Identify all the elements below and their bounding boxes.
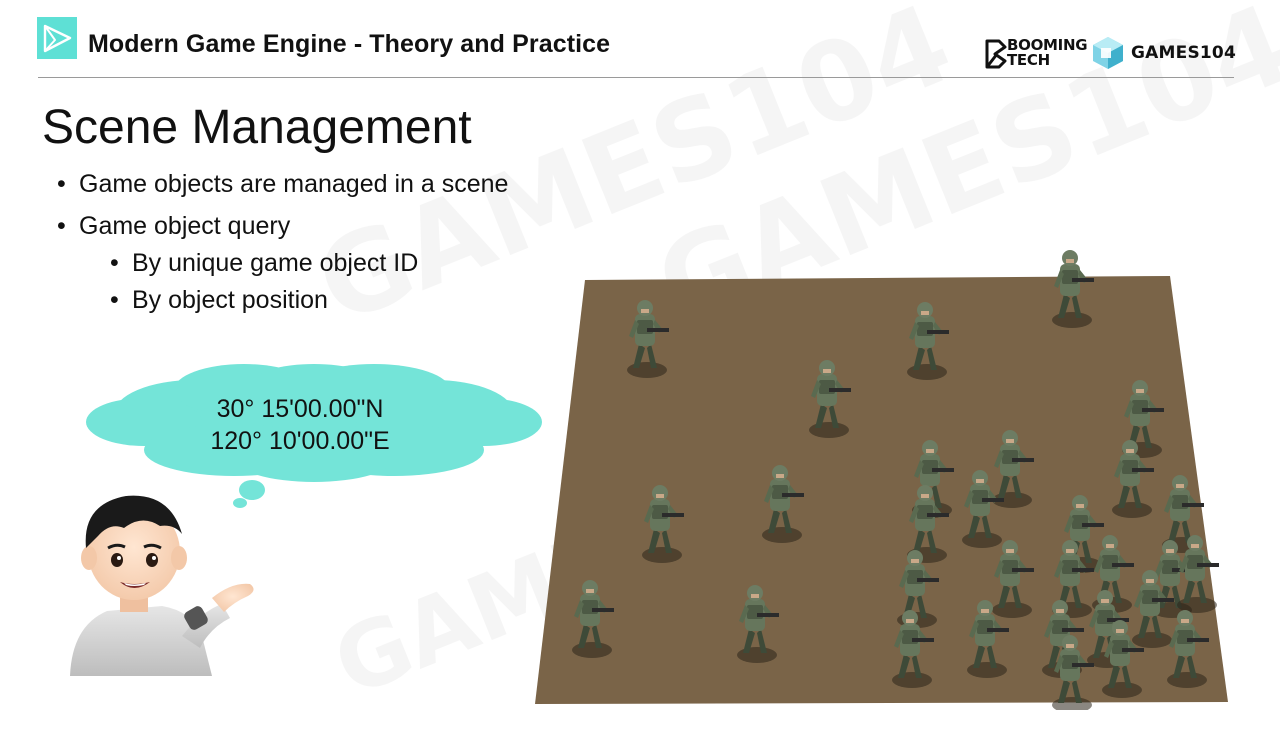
longitude-text: 120° 10'00.00"E xyxy=(210,427,390,455)
sub-bullet-item: • By object position xyxy=(110,286,328,314)
gps-coordinates: 30° 15'00.00"N 120° 10'00.00"E xyxy=(150,393,450,457)
scene-view xyxy=(535,250,1228,710)
games104-wordmark: GAMES104 xyxy=(1131,43,1236,63)
bullet-text: Game object query xyxy=(79,212,291,240)
bullet-text: Game objects are managed in a scene xyxy=(79,170,509,198)
slide-title: Scene Management xyxy=(42,101,472,154)
sub-bullet-text: By unique game object ID xyxy=(132,249,419,277)
play-triangle-icon xyxy=(37,17,77,59)
avatar xyxy=(70,495,254,676)
sub-bullet-item: • By unique game object ID xyxy=(110,249,419,277)
bullet-item: • Game object query xyxy=(57,212,291,240)
header-divider xyxy=(38,77,1234,78)
games104-cube-logo xyxy=(1093,37,1123,69)
sub-bullet-text: By object position xyxy=(132,286,328,314)
bullet-item: • Game objects are managed in a scene xyxy=(57,170,509,198)
tech-text: TECH xyxy=(1007,51,1050,69)
booming-tech-wordmark: BOOMING TECH xyxy=(1007,38,1088,69)
course-title: Modern Game Engine - Theory and Practice xyxy=(88,30,611,58)
latitude-text: 30° 15'00.00"N xyxy=(216,395,384,423)
